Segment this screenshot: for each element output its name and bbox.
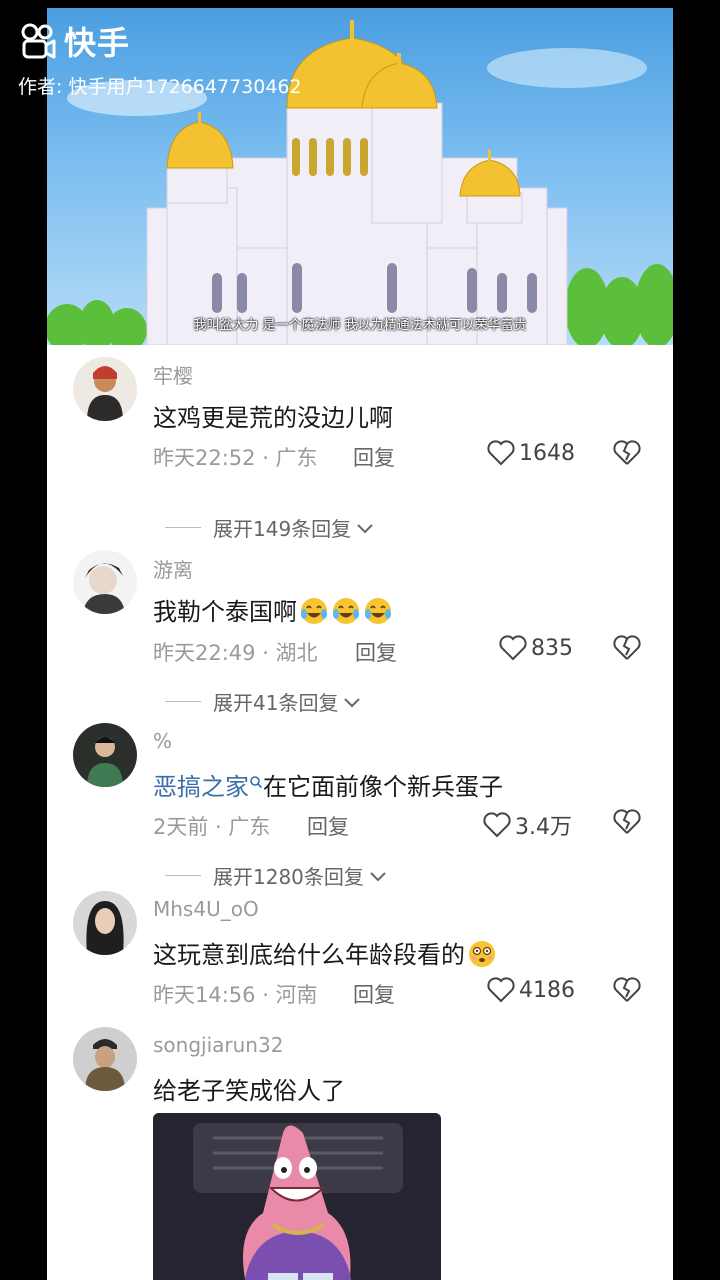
heart-icon (487, 440, 515, 466)
video-player[interactable]: 我叫盆大力 是一个魔法师 我以为精通法术就可以荣华富贵 (47, 8, 673, 345)
dizzy-face-emoji-icon (469, 941, 495, 967)
crying-laugh-emoji-icon (301, 598, 327, 624)
comment-username[interactable]: 牢樱 (153, 360, 193, 389)
chevron-down-icon (357, 523, 373, 533)
comment-text-body: 这玩意到底给什么年龄段看的 (153, 941, 465, 969)
patrick-meme-image (153, 1113, 441, 1280)
mention-link[interactable]: 恶搞之家 (153, 773, 249, 801)
expand-replies-label: 展开149条回复 (213, 517, 352, 541)
comment-username[interactable]: songjiarun32 (153, 1033, 283, 1057)
crying-laugh-emoji-icon (365, 598, 391, 624)
comment-time-location: 昨天14:56 · 河南 (153, 983, 318, 1007)
expand-replies-label: 展开41条回复 (213, 691, 339, 715)
like-button[interactable]: 1648 (487, 440, 575, 466)
crying-laugh-emoji-icon (333, 598, 359, 624)
comment-time-location: 昨天22:49 · 湖北 (153, 641, 318, 665)
comment-time-location: 2天前 · 广东 (153, 815, 271, 839)
reply-button[interactable]: 回复 (355, 637, 397, 667)
expand-replies-button[interactable]: 展开149条回复 (165, 513, 375, 542)
comment-text: 这鸡更是荒的没边儿啊 (153, 404, 393, 432)
comment-text-body: 我勒个泰国啊 (153, 598, 297, 626)
like-count: 3.4万 (515, 815, 572, 840)
broken-heart-icon (613, 440, 641, 465)
comment-username[interactable]: 游离 (153, 554, 193, 583)
comment-time-location: 昨天22:52 · 广东 (153, 446, 318, 470)
comment-text: 恶搞之家 在它面前像个新兵蛋子 (153, 767, 503, 802)
dislike-button[interactable] (613, 440, 641, 470)
avatar[interactable] (73, 550, 137, 614)
comment-username[interactable]: % (153, 729, 172, 753)
cathedral-illustration (47, 20, 673, 345)
comment-text: 这玩意到底给什么年龄段看的 (153, 935, 497, 970)
expand-replies-label: 展开1280条回复 (213, 865, 364, 889)
reply-button[interactable]: 回复 (353, 979, 395, 1009)
kuaishou-logo: 快手 (18, 18, 130, 64)
chevron-down-icon (370, 871, 386, 881)
broken-heart-icon (613, 635, 641, 660)
heart-icon (487, 977, 515, 1003)
reply-button[interactable]: 回复 (307, 811, 349, 841)
dislike-button[interactable] (613, 809, 641, 839)
like-button[interactable]: 835 (499, 635, 573, 661)
dislike-button[interactable] (613, 977, 641, 1007)
comment-panel: 牢樱 这鸡更是荒的没边儿啊 昨天22:52 · 广东 回复 1648 展开149… (47, 345, 673, 1280)
kuaishou-icon (21, 23, 56, 59)
like-count: 835 (531, 635, 573, 661)
expand-replies-button[interactable]: 展开41条回复 (165, 687, 362, 716)
heart-icon (499, 635, 527, 661)
comment-username[interactable]: Mhs4U_oO (153, 897, 259, 921)
comment-text: 给老子笑成俗人了 (153, 1077, 345, 1105)
avatar[interactable] (73, 723, 137, 787)
avatar[interactable] (73, 357, 137, 421)
like-count: 4186 (519, 977, 575, 1003)
like-button[interactable]: 4186 (487, 977, 575, 1003)
search-icon (250, 776, 263, 789)
video-subtitle: 我叫盆大力 是一个魔法师 我以为精通法术就可以荣华富贵 (193, 318, 527, 333)
broken-heart-icon (613, 809, 641, 834)
avatar[interactable] (73, 891, 137, 955)
avatar[interactable] (73, 1027, 137, 1091)
chevron-down-icon (344, 697, 361, 707)
comment-image[interactable] (153, 1113, 441, 1280)
heart-icon (483, 812, 511, 838)
expand-replies-button[interactable]: 展开1280条回复 (165, 861, 388, 890)
reply-button[interactable]: 回复 (353, 442, 395, 472)
like-button[interactable]: 3.4万 (483, 809, 572, 841)
author-label: 作者: 快手用户1726647730462 (18, 76, 302, 98)
dislike-button[interactable] (613, 635, 641, 665)
comment-text-body: 在它面前像个新兵蛋子 (263, 773, 503, 801)
like-count: 1648 (519, 440, 575, 466)
logo-text: 快手 (64, 24, 131, 62)
comment-text: 我勒个泰国啊 (153, 592, 393, 627)
broken-heart-icon (613, 977, 641, 1002)
